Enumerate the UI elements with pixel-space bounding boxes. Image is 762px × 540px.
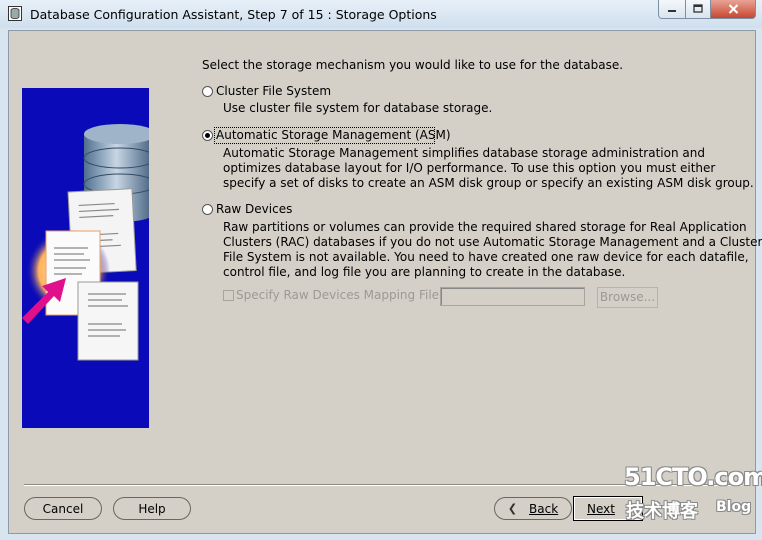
close-icon: [728, 4, 738, 14]
watermark-tagline: 技术博客: [626, 501, 698, 522]
option-desc-asm-line1: Automatic Storage Management simplifies …: [223, 146, 705, 160]
browse-button[interactable]: Browse...: [597, 287, 658, 308]
minimize-icon: [668, 10, 676, 12]
cancel-label: Cancel: [42, 501, 84, 516]
next-label: Next: [587, 501, 615, 516]
raw-mapping-file-field[interactable]: [440, 287, 585, 306]
close-button[interactable]: [711, 0, 756, 19]
window-title: Database Configuration Assistant, Step 7…: [30, 7, 437, 22]
caption-buttons: [658, 0, 756, 20]
cancel-button[interactable]: Cancel: [24, 497, 102, 520]
raw-mapping-checkbox[interactable]: [223, 290, 234, 301]
dialog-client-area: Select the storage mechanism you would l…: [8, 30, 762, 534]
database-app-icon: [8, 6, 22, 21]
help-button[interactable]: Help: [113, 497, 191, 520]
option-desc-raw-line2: Clusters (RAC) databases if you do not u…: [223, 235, 762, 249]
minimize-button[interactable]: [658, 0, 686, 19]
option-label-cluster-file-system[interactable]: Cluster File System: [216, 84, 331, 99]
help-label: Help: [138, 501, 166, 516]
option-label-asm[interactable]: Automatic Storage Management (ASM): [216, 128, 451, 143]
intro-text: Select the storage mechanism you would l…: [202, 58, 624, 72]
radio-asm[interactable]: [202, 130, 213, 141]
back-button[interactable]: ❮ Back: [494, 497, 572, 520]
watermark-site: 51CTO.com: [624, 463, 762, 491]
maximize-icon: [693, 4, 703, 13]
maximize-button[interactable]: [686, 0, 711, 19]
radio-cluster-file-system[interactable]: [202, 86, 213, 97]
option-desc-raw-line3: File System is not available. You need t…: [223, 250, 749, 264]
option-desc-cluster-file-system: Use cluster file system for database sto…: [223, 101, 493, 115]
option-desc-asm-line2: optimizes database layout for I/O perfor…: [223, 161, 716, 175]
watermark-blog: Blog: [716, 499, 752, 515]
database-documents-illustration: [22, 124, 157, 361]
option-label-raw-devices[interactable]: Raw Devices: [216, 202, 292, 217]
title-bar: Database Configuration Assistant, Step 7…: [0, 0, 762, 28]
back-label: Back: [529, 501, 559, 516]
site-watermark: 51CTO.com 技术博客 Blog: [624, 463, 762, 525]
chevron-left-icon: ❮: [507, 502, 518, 515]
option-desc-raw-line4: control file, and log file you are plann…: [223, 265, 626, 279]
storage-illustration: [22, 88, 157, 428]
raw-mapping-label: Specify Raw Devices Mapping File: [236, 288, 440, 302]
option-desc-asm-line3: specify a set of disks to create an ASM …: [223, 176, 754, 190]
option-desc-raw-line1: Raw partitions or volumes can provide th…: [223, 220, 747, 234]
radio-raw-devices[interactable]: [202, 204, 213, 215]
